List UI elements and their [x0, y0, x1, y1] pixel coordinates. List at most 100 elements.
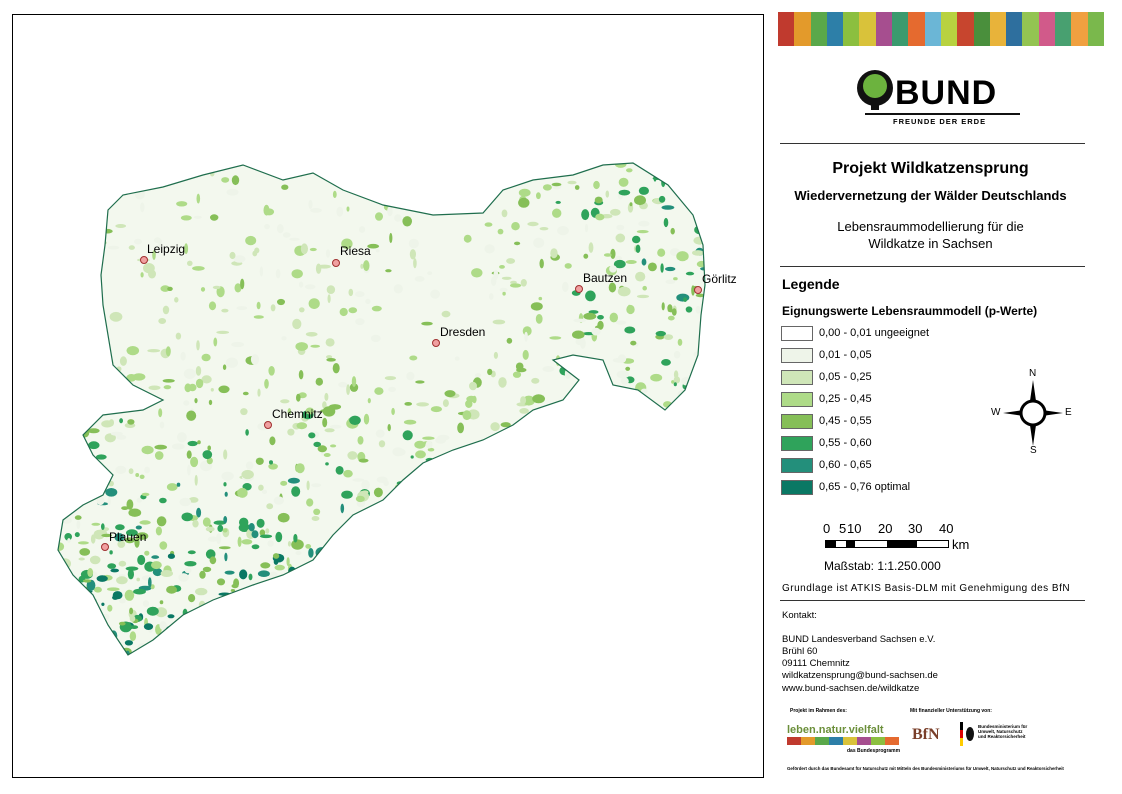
habitat-patch — [329, 645, 336, 651]
habitat-patch — [308, 432, 316, 439]
map-frame[interactable]: Leipzig Riesa Bautzen Görlitz Dresden Ch… — [12, 14, 764, 778]
habitat-patch — [518, 585, 522, 596]
habitat-patch — [197, 440, 201, 445]
habitat-patch — [326, 567, 338, 578]
habitat-patch — [298, 593, 310, 603]
habitat-patch — [245, 235, 257, 246]
city-marker-chemnitz[interactable] — [264, 421, 272, 429]
habitat-patch — [451, 580, 460, 585]
habitat-patch — [537, 576, 549, 584]
habitat-patch — [58, 455, 64, 461]
habitat-patch — [675, 635, 680, 647]
legend-item: 0,25 - 0,45 — [781, 391, 872, 407]
city-marker-dresden[interactable] — [432, 339, 440, 347]
habitat-patch — [60, 479, 68, 483]
habitat-patch — [92, 461, 97, 466]
habitat-patch — [384, 575, 391, 580]
habitat-patch — [620, 490, 629, 498]
habitat-patch — [520, 658, 527, 663]
compass-south: S — [1030, 445, 1037, 456]
habitat-patch — [187, 550, 196, 555]
habitat-patch — [553, 542, 557, 554]
habitat-patch — [668, 542, 675, 549]
habitat-patch — [617, 286, 631, 297]
habitat-patch — [223, 449, 228, 460]
city-marker-bautzen[interactable] — [575, 285, 583, 293]
habitat-patch — [159, 600, 164, 605]
habitat-patch — [335, 466, 344, 475]
habitat-patch — [58, 566, 62, 574]
habitat-patch — [586, 604, 596, 608]
habitat-patch — [452, 609, 462, 619]
habitat-patch — [538, 549, 544, 560]
habitat-patch — [176, 482, 181, 487]
habitat-patch — [565, 592, 569, 601]
habitat-patch — [343, 469, 353, 478]
habitat-patch — [187, 618, 191, 630]
contact-email[interactable]: wildkatzensprung@bund-sachsen.de — [782, 670, 938, 681]
habitat-patch — [562, 281, 569, 292]
habitat-patch — [119, 418, 123, 424]
habitat-patch — [241, 469, 254, 480]
habitat-patch — [205, 607, 216, 616]
habitat-patch — [246, 596, 251, 603]
habitat-patch — [369, 587, 377, 595]
habitat-patch — [242, 604, 249, 613]
habitat-patch — [665, 279, 676, 285]
habitat-patch — [341, 490, 353, 499]
habitat-patch — [432, 550, 445, 554]
habitat-patch — [322, 417, 328, 428]
habitat-patch — [289, 606, 295, 612]
divider — [780, 266, 1085, 267]
habitat-patch — [201, 353, 211, 362]
habitat-patch — [406, 371, 415, 381]
habitat-patch — [678, 533, 682, 538]
habitat-patch — [498, 503, 504, 512]
habitat-patch — [417, 630, 424, 634]
habitat-patch — [683, 153, 696, 160]
habitat-patch — [287, 639, 294, 646]
habitat-patch — [550, 547, 555, 551]
habitat-patch — [608, 557, 618, 569]
habitat-patch — [105, 488, 118, 497]
habitat-patch — [467, 495, 473, 505]
city-marker-goerlitz[interactable] — [694, 286, 702, 294]
city-marker-riesa[interactable] — [332, 259, 340, 267]
habitat-patch — [514, 241, 521, 246]
habitat-patch — [649, 472, 661, 483]
habitat-patch — [271, 627, 281, 634]
habitat-patch — [527, 221, 539, 227]
city-marker-leipzig[interactable] — [140, 256, 148, 264]
city-marker-plauen[interactable] — [101, 543, 109, 551]
habitat-patch — [476, 584, 484, 594]
habitat-patch — [431, 485, 440, 496]
contact-website[interactable]: www.bund-sachsen.de/wildkatze — [782, 683, 919, 694]
habitat-patch — [564, 263, 572, 269]
habitat-patch — [701, 378, 705, 385]
habitat-patch — [281, 151, 286, 161]
habitat-patch — [232, 604, 245, 609]
city-label-chemnitz: Chemnitz — [272, 407, 323, 421]
habitat-patch — [143, 657, 148, 663]
habitat-patch — [708, 630, 717, 636]
habitat-patch — [582, 548, 596, 555]
habitat-patch — [77, 327, 86, 333]
habitat-patch — [202, 450, 213, 460]
habitat-patch — [540, 639, 548, 643]
habitat-patch — [330, 444, 337, 448]
habitat-patch — [363, 413, 370, 425]
habitat-patch — [495, 435, 507, 442]
habitat-patch — [625, 511, 635, 519]
habitat-patch — [490, 422, 500, 432]
habitat-patch — [666, 163, 676, 173]
habitat-map[interactable] — [13, 15, 763, 777]
habitat-patch — [355, 318, 365, 326]
habitat-patch — [127, 594, 134, 600]
habitat-patch — [386, 587, 397, 594]
habitat-patch — [475, 626, 487, 634]
habitat-patch — [676, 293, 690, 302]
habitat-patch — [148, 577, 152, 588]
habitat-patch — [82, 579, 92, 583]
habitat-patch — [155, 526, 162, 536]
habitat-patch — [175, 332, 182, 340]
